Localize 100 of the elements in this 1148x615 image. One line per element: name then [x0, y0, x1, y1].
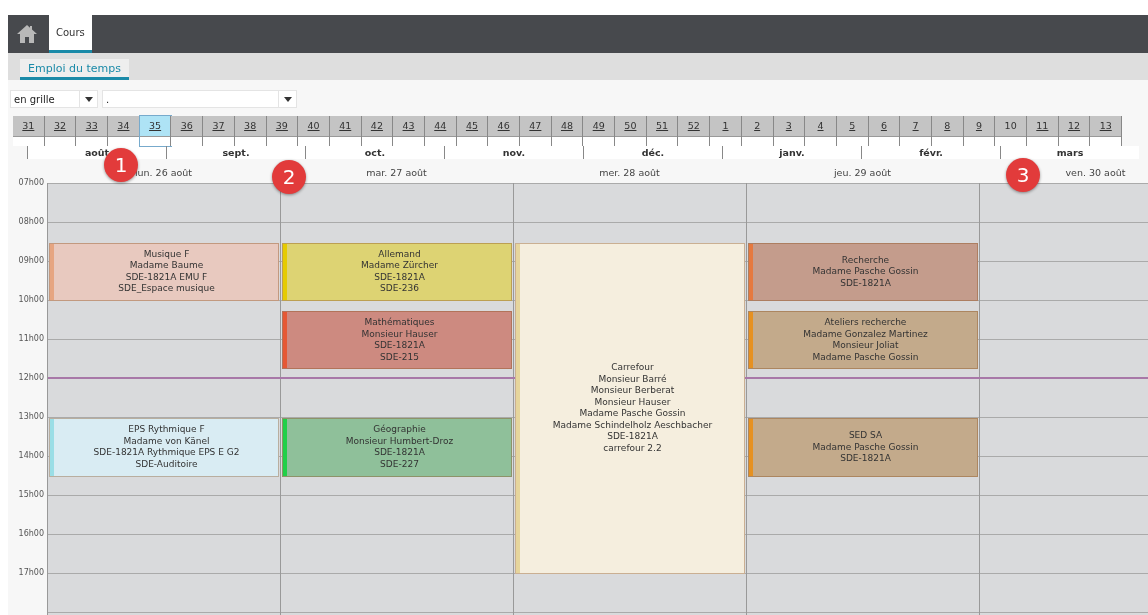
event-card[interactable]: Carrefour Monsieur Barré Monsieur Berberat Monsieur Hauser Madame Pasche Gossin Madame Schindelholz Aeschbacher SDE-1821A carrefour 2.2 [515, 242, 745, 574]
hour-label: 15h00 [18, 489, 44, 501]
week-tab[interactable]: 2 [741, 116, 774, 146]
week-tab[interactable]: 43 [393, 116, 425, 146]
week-tab[interactable]: 5 [836, 116, 869, 146]
event-detail: SDE-1821A [840, 453, 891, 465]
week-tab[interactable]: 49 [583, 116, 616, 146]
week-tab[interactable]: 1 [710, 116, 742, 146]
event-title: EPS Rythmique F [128, 424, 205, 436]
event-detail: Madame Baume [129, 260, 204, 272]
hour-label: 11h00 [18, 333, 44, 345]
event-card[interactable]: Musique F Madame Baume SDE-1821A EMU F SDE_Espace musique [49, 242, 279, 301]
event-detail: Madame Pasche Gossin [812, 441, 919, 453]
step-marker: 2 [272, 160, 306, 194]
week-tab[interactable]: 37 [203, 116, 235, 146]
event-detail: Monsieur Barré [598, 373, 667, 386]
week-tab[interactable]: 4 [805, 116, 837, 146]
week-tab[interactable]: 6 [868, 116, 901, 146]
week-tab[interactable]: 51 [646, 116, 679, 146]
event-detail: SDE-1821A [840, 277, 891, 289]
event-detail: Madame Pasche Gossin [579, 408, 686, 420]
week-tab[interactable]: 44 [424, 116, 457, 146]
event-card[interactable]: Mathématiques Monsieur Hauser SDE-1821A SDE-215 [282, 310, 512, 370]
event-card[interactable]: Géographie Monsieur Humbert-Droz SDE-1821A SDE-227 [282, 418, 512, 477]
event-detail: carrefour 2.2 [603, 442, 662, 455]
week-tab[interactable]: 10 [995, 116, 1027, 146]
select-field[interactable]: . [102, 90, 297, 108]
event-detail: Monsieur Humbert-Droz [345, 435, 454, 448]
week-tab[interactable]: 12 [1058, 116, 1091, 146]
week-tab[interactable]: 46 [488, 116, 520, 146]
select-value: . [106, 92, 110, 107]
event-card[interactable]: Ateliers recherche Madame Gonzalez Martinez Monsieur Joliat Madame Pasche Gossin [748, 310, 978, 370]
month-label: sept. [166, 146, 305, 159]
event-detail: Madame Pasche Gossin [812, 266, 919, 278]
day-header: jeu. 29 août [833, 166, 891, 178]
week-tab[interactable]: 33 [76, 116, 109, 146]
day-header: mer. 28 août [599, 166, 660, 178]
event-detail: SDE-227 [380, 458, 419, 471]
hour-label: 10h00 [18, 294, 44, 306]
week-tab[interactable]: 40 [298, 116, 330, 146]
week-tab[interactable]: 38 [234, 116, 267, 146]
week-tab[interactable]: 31 [13, 116, 45, 146]
event-detail: SDE-1821A Rythmique EPS E G2 [93, 447, 240, 459]
select-field[interactable]: en grille [10, 90, 98, 108]
event-detail: Monsieur Hauser [594, 396, 671, 409]
hour-label: 17h00 [18, 567, 44, 579]
week-tab[interactable]: 11 [1027, 116, 1059, 146]
event-title: Allemand [378, 248, 421, 261]
week-tab[interactable]: 48 [551, 116, 584, 146]
event-detail: SDE-1821A [374, 340, 425, 352]
day-header: lun. 26 août [134, 166, 193, 178]
day-header: mar. 27 août [366, 166, 427, 178]
event-card[interactable]: SED SA Madame Pasche Gossin SDE-1821A [748, 418, 978, 477]
dropdown-icon [84, 96, 93, 102]
nav-tab[interactable]: Cours [49, 15, 92, 53]
week-tab[interactable]: 34 [108, 116, 140, 146]
week-tab[interactable]: 9 [963, 116, 996, 146]
event-title: Géographie [373, 424, 426, 436]
week-tab[interactable]: 32 [44, 116, 77, 146]
event-card[interactable]: Allemand Madame Zürcher SDE-1821A SDE-236 [282, 242, 512, 301]
event-card[interactable]: Recherche Madame Pasche Gossin SDE-1821A [748, 242, 978, 301]
month-label: oct. [305, 146, 444, 159]
week-tab[interactable]: 7 [900, 116, 932, 146]
subtab[interactable]: Emploi du temps [20, 59, 129, 80]
event-detail: SDE-1821A [607, 431, 658, 443]
month-label: févr. [861, 146, 1000, 159]
event-detail: Monsieur Hauser [361, 328, 438, 340]
week-tab[interactable]: 3 [773, 116, 806, 146]
select-value: en grille [14, 92, 55, 107]
event-detail: Monsieur Joliat [832, 340, 899, 352]
event-card[interactable]: EPS Rythmique F Madame von Känel SDE-1821A Rythmique EPS E G2 SDE-Auditoire [49, 418, 279, 477]
hour-label: 12h00 [18, 372, 44, 384]
event-title: Ateliers recherche [824, 317, 907, 329]
month-label: nov. [444, 146, 583, 159]
week-tab[interactable]: 36 [171, 116, 204, 146]
event-title: SED SA [848, 430, 883, 442]
event-detail: SDE-1821A [374, 447, 425, 459]
week-tab[interactable]: 35 [139, 116, 172, 146]
week-tab[interactable]: 42 [361, 116, 394, 146]
hour-label: 09h00 [18, 255, 44, 267]
event-detail: SDE-Auditoire [135, 458, 198, 471]
event-detail: SDE-215 [380, 351, 419, 363]
hour-label: 16h00 [18, 528, 44, 540]
home-icon [16, 24, 38, 44]
event-title: Mathématiques [364, 317, 435, 329]
event-detail: SDE-1821A EMU F [125, 271, 208, 284]
week-tab[interactable]: 8 [931, 116, 964, 146]
week-tab[interactable]: 50 [615, 116, 647, 146]
event-detail: Madame Gonzalez Martinez [803, 328, 928, 340]
month-label: déc. [583, 146, 722, 159]
event-detail: Monsieur Berberat [590, 385, 675, 397]
week-tab[interactable]: 41 [329, 116, 362, 146]
day-header: ven. 30 août [1065, 166, 1126, 178]
event-detail: SDE_Espace musique [118, 283, 215, 295]
week-tab[interactable]: 45 [456, 116, 489, 146]
week-tab[interactable]: 39 [266, 116, 299, 146]
week-tab[interactable]: 13 [1090, 116, 1123, 146]
week-tab[interactable]: 47 [520, 116, 552, 146]
hour-label: 07h00 [18, 177, 44, 189]
week-tab[interactable]: 52 [678, 116, 711, 146]
